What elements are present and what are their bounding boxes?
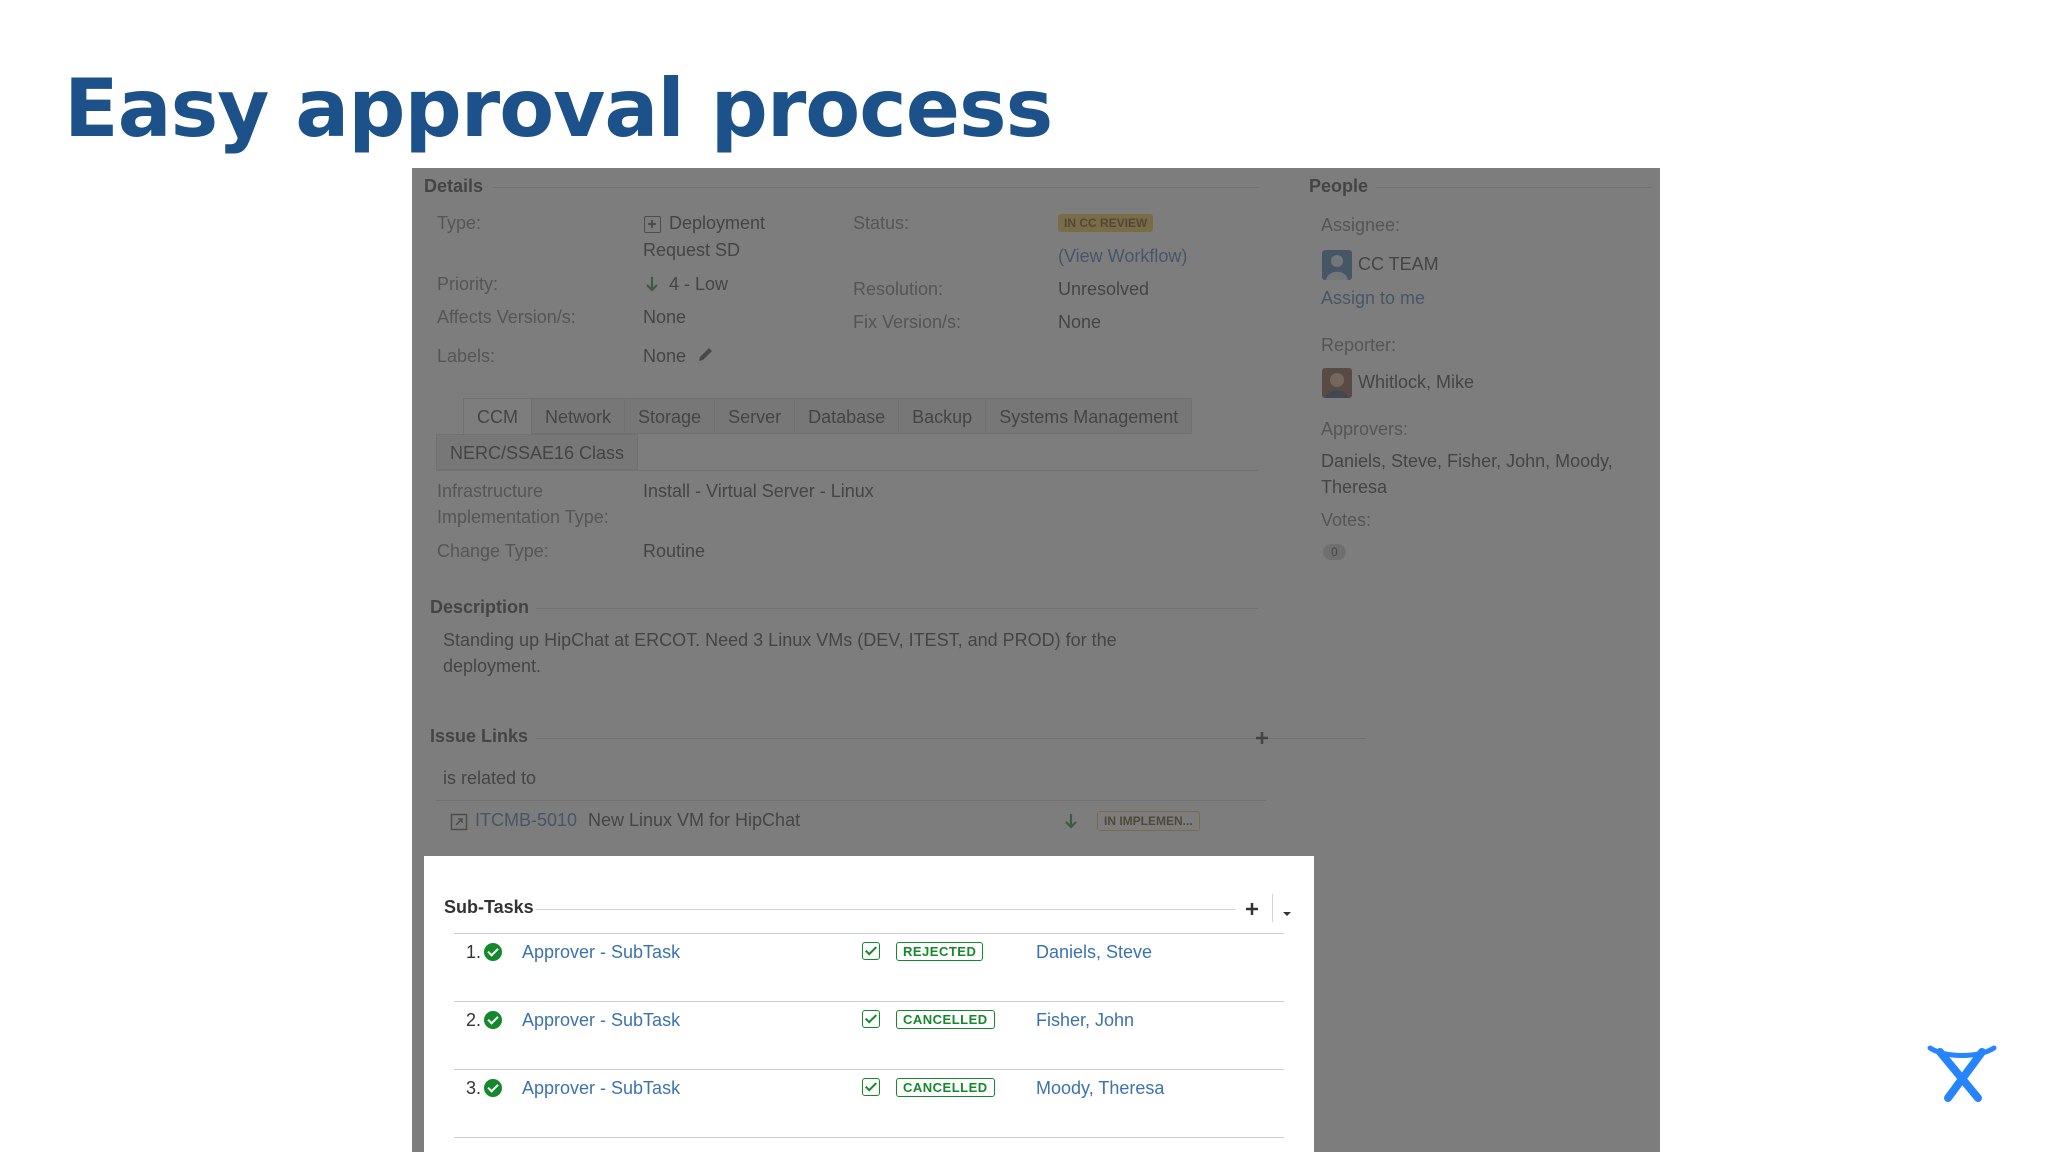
- subtask-number: 2.: [466, 1010, 482, 1030]
- assignee-value[interactable]: CC TEAM: [1358, 254, 1439, 275]
- description-rule: [536, 608, 1258, 609]
- approvers-label: Approvers:: [1321, 419, 1409, 439]
- subtasks-rule: [536, 909, 1236, 910]
- subtask-assignee-link[interactable]: Moody, Theresa: [1036, 1078, 1164, 1099]
- tabs-rule: [436, 470, 1258, 471]
- subtask-summary-link[interactable]: Approver - SubTask: [522, 1010, 680, 1031]
- subtask-row[interactable]: 1. Approver - SubTask REJECTED Daniels, …: [454, 934, 1284, 1002]
- fix-version-value: None: [1058, 312, 1102, 332]
- subtask-row[interactable]: 3. Approver - SubTask CANCELLED Moody, T…: [454, 1070, 1284, 1138]
- check-circle-icon: [484, 943, 502, 961]
- subtask-assignee-link[interactable]: Daniels, Steve: [1036, 942, 1152, 963]
- people-rule: [1376, 187, 1652, 188]
- linked-issue-status: IN IMPLEMEN...: [1097, 811, 1200, 831]
- resolution-value: Unresolved: [1058, 279, 1150, 299]
- tab-ccm[interactable]: CCM: [463, 398, 532, 434]
- tab-server[interactable]: Server: [714, 398, 796, 434]
- approvers-line2: Theresa: [1321, 477, 1388, 497]
- issue-links-heading: Issue Links: [430, 726, 529, 746]
- infra-type-label-line1: Infrastructure: [437, 481, 544, 501]
- issue-links-rule: [536, 738, 1366, 739]
- affects-version-label: Affects Version/s:: [437, 307, 576, 327]
- tab-storage[interactable]: Storage: [624, 398, 716, 434]
- pencil-icon[interactable]: [696, 346, 714, 369]
- subtasks-panel: Sub-Tasks 1. Approver - SubTask REJECTED…: [424, 856, 1314, 1152]
- subtask-assignee-link[interactable]: Fisher, John: [1036, 1010, 1134, 1031]
- linked-issue-summary[interactable]: New Linux VM for HipChat: [588, 810, 800, 831]
- chevron-down-icon[interactable]: [1281, 905, 1293, 923]
- description-line1: Standing up HipChat at ERCOT. Need 3 Lin…: [443, 630, 1117, 650]
- tab-network[interactable]: Network: [531, 398, 626, 434]
- votes-label: Votes:: [1321, 510, 1372, 530]
- type-label: Type:: [437, 213, 482, 233]
- view-workflow-link[interactable]: (View Workflow): [1058, 246, 1187, 267]
- checkbox-icon: [862, 1078, 880, 1096]
- assignee-avatar: [1322, 250, 1352, 280]
- status-lozenge: IN CC REVIEW: [1058, 214, 1154, 232]
- details-rule: [494, 187, 1258, 188]
- external-link-icon: [450, 813, 468, 836]
- atlassian-logo: [1926, 1040, 1998, 1104]
- custom-field-tabs: CCM Network Storage Server Database Back…: [463, 398, 1193, 434]
- details-heading: Details: [424, 176, 484, 196]
- infra-type-value: Install - Virtual Server - Linux: [643, 481, 874, 501]
- reporter-label: Reporter:: [1321, 335, 1397, 355]
- approvers-line1: Daniels, Steve, Fisher, John, Moody,: [1321, 451, 1613, 471]
- assign-to-me-link[interactable]: Assign to me: [1321, 288, 1425, 309]
- subtask-number: 1.: [466, 942, 482, 962]
- subtask-row[interactable]: 2. Approver - SubTask CANCELLED Fisher, …: [454, 1002, 1284, 1070]
- reporter-avatar: [1322, 368, 1352, 398]
- subtask-number: 3.: [466, 1078, 482, 1098]
- description-heading: Description: [430, 597, 530, 617]
- deployment-type-icon: [644, 216, 661, 233]
- tab-systems-management[interactable]: Systems Management: [985, 398, 1193, 434]
- votes-badge[interactable]: 0: [1323, 544, 1346, 560]
- links-row-rule: [436, 800, 1266, 801]
- description-line2: deployment.: [443, 656, 542, 676]
- labels-value: None: [643, 346, 687, 366]
- add-subtask-plus-icon[interactable]: [1244, 901, 1260, 922]
- subtasks-divider: [1272, 894, 1273, 922]
- tab-database[interactable]: Database: [794, 398, 900, 434]
- custom-field-tabs-row2: NERC/SSAE16 Class: [436, 434, 639, 470]
- check-circle-icon: [484, 1011, 502, 1029]
- reporter-value[interactable]: Whitlock, Mike: [1358, 372, 1474, 393]
- priority-value: 4 - Low: [669, 274, 729, 294]
- link-relation: is related to: [443, 768, 537, 788]
- linked-issue-key[interactable]: ITCMB-5010: [475, 810, 577, 831]
- subtasks-heading: Sub-Tasks: [444, 897, 534, 917]
- resolution-label: Resolution:: [853, 279, 944, 299]
- fix-version-label: Fix Version/s:: [853, 312, 962, 332]
- subtask-summary-link[interactable]: Approver - SubTask: [522, 942, 680, 963]
- change-type-label: Change Type:: [437, 541, 549, 561]
- people-heading: People: [1309, 176, 1369, 196]
- subtask-status-lozenge: REJECTED: [896, 942, 984, 961]
- change-type-value: Routine: [643, 541, 706, 561]
- subtask-summary-link[interactable]: Approver - SubTask: [522, 1078, 680, 1099]
- linked-priority-arrow-icon: [1064, 813, 1078, 834]
- tab-backup[interactable]: Backup: [898, 398, 987, 434]
- type-value-line2: Request SD: [643, 240, 741, 260]
- labels-label: Labels:: [437, 346, 496, 366]
- add-link-plus-icon[interactable]: [1254, 730, 1270, 751]
- assignee-label: Assignee:: [1321, 215, 1401, 235]
- checkbox-icon: [862, 942, 880, 960]
- status-label: Status:: [853, 213, 910, 233]
- subtask-status-lozenge: CANCELLED: [896, 1078, 995, 1097]
- checkbox-icon: [862, 1010, 880, 1028]
- slide-title: Easy approval process: [64, 62, 1053, 155]
- priority-low-arrow-icon: [645, 276, 659, 297]
- tab-nerc-ssae16-class[interactable]: NERC/SSAE16 Class: [436, 434, 639, 470]
- priority-label: Priority:: [437, 274, 499, 294]
- jira-issue-screenshot: Details Type: Deployment Request SD Stat…: [412, 168, 1660, 1152]
- type-value-line1: Deployment: [669, 213, 766, 233]
- affects-version-value: None: [643, 307, 687, 327]
- check-circle-icon: [484, 1079, 502, 1097]
- infra-type-label-line2: Implementation Type:: [437, 507, 609, 527]
- subtask-status-lozenge: CANCELLED: [896, 1010, 995, 1029]
